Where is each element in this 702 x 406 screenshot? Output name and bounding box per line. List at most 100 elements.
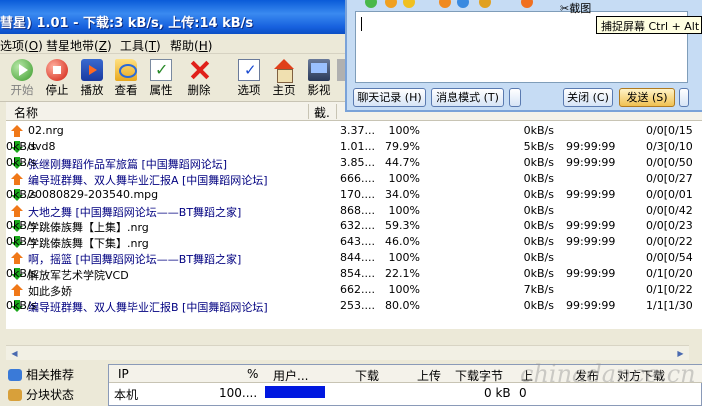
view-button[interactable]: 查看 [109, 59, 143, 101]
file-size: 643.... [340, 235, 375, 249]
stop-button[interactable]: 停止 [40, 59, 74, 101]
table-row[interactable]: 02.nrg 3.37... 100% 0kB/s 0/0[0/15 [6, 122, 702, 139]
peer-bytes: 0 kB [484, 386, 511, 400]
col-up[interactable]: 上 [521, 367, 533, 384]
download-speed: 0kB/s [6, 267, 37, 281]
seeding-arrow-icon [11, 284, 23, 296]
peers-table: IP % 用户... 下载 上传 下载字节 上 发布 对方下载 本机 100..… [108, 364, 702, 406]
table-row[interactable]: 本机 100.... 0 kB 0 [109, 384, 702, 402]
file-size: 854.... [340, 267, 375, 281]
music-icon[interactable] [521, 0, 533, 8]
table-row[interactable]: 编导班群舞、双人舞毕业汇报A [中国舞蹈网论坛] 666.... 100% 0kB/s… [6, 170, 702, 187]
side-panel: 相关推荐 分块状态 [0, 362, 104, 406]
scissors-icon: ✂ [560, 2, 570, 15]
col-size[interactable]: 截. [314, 104, 330, 121]
table-row[interactable]: 学跳傣族舞【上集】.nrg 632.... 59.3% 0kB/s 0kB/s 99:99… [6, 217, 702, 234]
menu-help[interactable]: 帮助(H) [170, 37, 212, 54]
home-icon [273, 59, 295, 83]
table-row[interactable]: 20080829-203540.mpg 170.... 34.0% 0kB/s 0kB/… [6, 186, 702, 203]
chat-history-button[interactable]: 聊天记录 (H) [353, 88, 426, 107]
download-speed: 0kB/s [6, 298, 37, 312]
table-row[interactable]: 如此多娇 662.... 100% 7kB/s 0/1[0/22 [6, 281, 702, 298]
col-publish[interactable]: 发布 [575, 367, 599, 384]
torrent-list[interactable]: 02.nrg 3.37... 100% 0kB/s 0/0[0/15 dvd8 1.01..… [6, 121, 702, 329]
peer-count: 0/1[0/22 [646, 283, 693, 296]
menu-tools[interactable]: 工具(T) [120, 37, 161, 54]
menu-comet-zone[interactable]: 彗星地带(Z) [46, 37, 112, 54]
download-speed: 0kB/s [6, 235, 37, 249]
col-user[interactable]: 用户... [273, 367, 308, 384]
piece-status[interactable]: 分块状态 [8, 386, 74, 403]
stop-icon [46, 59, 68, 81]
peer-count: 0/0[0/15 [646, 124, 693, 137]
file-size: 1.01... [340, 139, 375, 153]
peer-count: 0/0[0/23 [646, 219, 693, 233]
peer-count: 0/0[0/50 [646, 155, 693, 169]
message-mode-button[interactable]: 消息模式 (T) [431, 88, 504, 107]
menu-options[interactable]: 选项(O) [0, 37, 43, 54]
more-icon [337, 59, 345, 81]
close-button[interactable]: 关闭 (C) [563, 88, 613, 107]
related-recommendations[interactable]: 相关推荐 [8, 366, 74, 383]
toolbar-overflow[interactable] [337, 59, 345, 101]
options-button[interactable]: 选项 [232, 59, 266, 101]
time-remaining: 99:99:99 [566, 139, 616, 153]
properties-button[interactable]: 属性 [144, 59, 178, 101]
emoticon-icon[interactable] [385, 0, 397, 8]
delete-icon [188, 59, 210, 81]
horizontal-scrollbar[interactable]: ◀ ▶ [6, 345, 689, 360]
app-icon[interactable] [479, 0, 491, 8]
peer-count: 0/0[0/01 [646, 187, 693, 201]
time-remaining: 99:99:99 [566, 219, 616, 233]
text-caret [361, 17, 362, 31]
col-peer-download[interactable]: 对方下载 [617, 367, 665, 384]
seeding-arrow-icon [11, 125, 23, 137]
table-row[interactable]: 编导班群舞、双人舞毕业汇报B [中国舞蹈网论坛] 253.... 80.0% 0kB/… [6, 297, 702, 314]
file-size: 666.... [340, 171, 375, 185]
col-separator[interactable] [308, 104, 309, 119]
table-row[interactable]: 解放军艺术学院VCD 854.... 22.1% 0kB/s 0kB/s 99:99:99… [6, 265, 702, 282]
table-row[interactable]: 大地之舞 [中国舞蹈网论坛——BT舞蹈之家] 868.... 100% 0kB/s 0/… [6, 202, 702, 219]
delete-button[interactable]: 删除 [182, 59, 216, 101]
table-row[interactable]: 啊，摇篮 [中国舞蹈网论坛——BT舞蹈之家] 844.... 100% 0kB/s 0/… [6, 249, 702, 266]
col-separator[interactable] [336, 104, 337, 119]
peer-count: 0/3[0/10 [646, 139, 693, 153]
more-button[interactable] [509, 88, 521, 107]
peer-count: 0/0[0/42 [646, 203, 693, 217]
pieces-icon [8, 389, 22, 401]
options-icon [238, 59, 260, 81]
scroll-left-icon[interactable]: ◀ [8, 347, 21, 360]
time-remaining: 99:99:99 [566, 155, 616, 169]
start-button[interactable]: 开始 [5, 59, 39, 101]
col-download[interactable]: 下载 [355, 367, 379, 384]
col-upload[interactable]: 上传 [417, 367, 441, 384]
col-download-bytes[interactable]: 下载字节 [455, 367, 503, 384]
smiley-icon[interactable] [403, 0, 415, 8]
play-icon [11, 59, 33, 81]
chat-toolbar [353, 0, 702, 10]
font-icon[interactable] [365, 0, 377, 8]
peer-count: 0/0[0/27 [646, 171, 693, 185]
file-send-icon[interactable] [439, 0, 451, 8]
col-ip[interactable]: IP [118, 367, 129, 381]
send-options-button[interactable] [679, 88, 689, 107]
home-button[interactable]: 主页 [267, 59, 301, 101]
properties-icon [150, 59, 172, 81]
col-percent[interactable]: % [247, 367, 258, 381]
table-row[interactable]: 张继刚舞蹈作品军旅篇 [中国舞蹈网论坛] 3.85... 44.7% 0kB/s 0kB… [6, 154, 702, 171]
file-size: 868.... [340, 203, 375, 217]
table-row[interactable]: dvd8 1.01... 79.9% 0kB/s 5kB/s 99:99:99 0/3[0/… [6, 138, 702, 155]
play-media-button[interactable]: 播放 [75, 59, 109, 101]
peer-progress-bar [265, 386, 325, 398]
col-name[interactable]: 名称 [14, 104, 38, 121]
peer-count: 0/1[0/20 [646, 267, 693, 281]
table-row[interactable]: 学跳傣族舞【下集】.nrg 643.... 46.0% 0kB/s 0kB/s 99:99… [6, 233, 702, 250]
screenshot-button[interactable]: ✂截图 [560, 0, 620, 15]
video-button[interactable]: 影视 [302, 59, 336, 101]
image-icon[interactable] [457, 0, 469, 8]
scroll-right-icon[interactable]: ▶ [674, 347, 687, 360]
film-play-icon [81, 59, 103, 81]
time-remaining: 99:99:99 [566, 267, 616, 281]
send-button[interactable]: 发送 (S) [619, 88, 675, 107]
peer-up: 0 [519, 386, 527, 400]
